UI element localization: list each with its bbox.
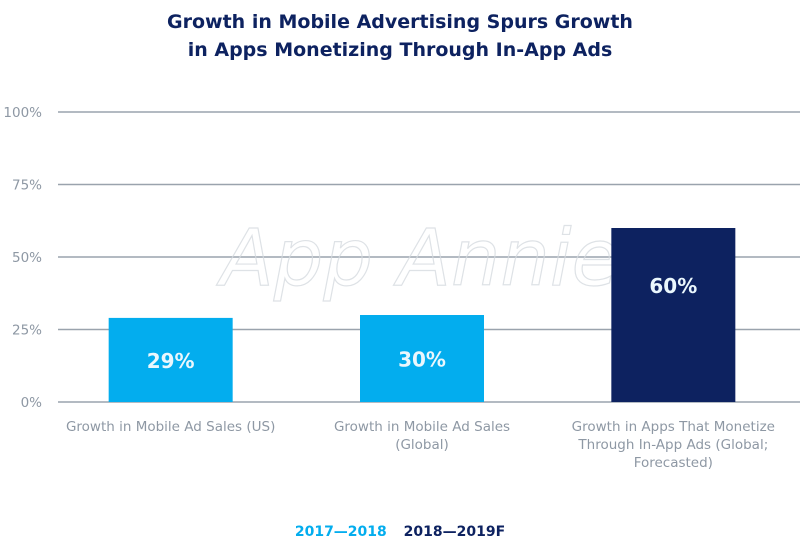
x-category-label-line: Growth in Apps That Monetize [571, 419, 775, 435]
x-category-label-line: (Global) [395, 437, 449, 453]
y-tick-label: 25% [12, 323, 42, 339]
x-category-label: Growth in Mobile Ad Sales (Global) [307, 418, 537, 454]
chart: Growth in Mobile Advertising Spurs Growt… [0, 0, 800, 557]
legend-item-2018-2019f: 2018—2019F [403, 524, 506, 540]
plot-area: 0% 25% 50% 75% 100% App Annie 29% 30% 60% [3, 105, 800, 411]
x-category-label: Growth in Mobile Ad Sales (US) [56, 418, 286, 436]
x-category-label-line: Growth in Mobile Ad Sales [333, 419, 511, 435]
y-tick-label: 50% [12, 250, 42, 266]
x-category-label-line: Growth in Mobile Ad Sales (US) [65, 419, 276, 435]
bar [611, 228, 736, 402]
y-tick-label: 0% [21, 395, 43, 411]
y-tick-label: 100% [3, 105, 42, 121]
bar-data-label: 60% [649, 274, 697, 298]
y-tick-label: 75% [12, 178, 42, 194]
legend-item-2017-2018: 2017—2018 [294, 524, 387, 540]
x-category-label: Growth in Apps That Monetize Through In-A… [558, 418, 788, 472]
legend: 2017—2018 2018—2019F [0, 524, 800, 540]
x-category-label-line: Forecasted) [633, 455, 713, 471]
x-category-label-line: Through In-App Ads (Global; [578, 437, 769, 453]
bar-data-label: 29% [147, 349, 195, 373]
watermark-logo: App Annie [215, 214, 619, 304]
bar-data-label: 30% [398, 348, 446, 372]
